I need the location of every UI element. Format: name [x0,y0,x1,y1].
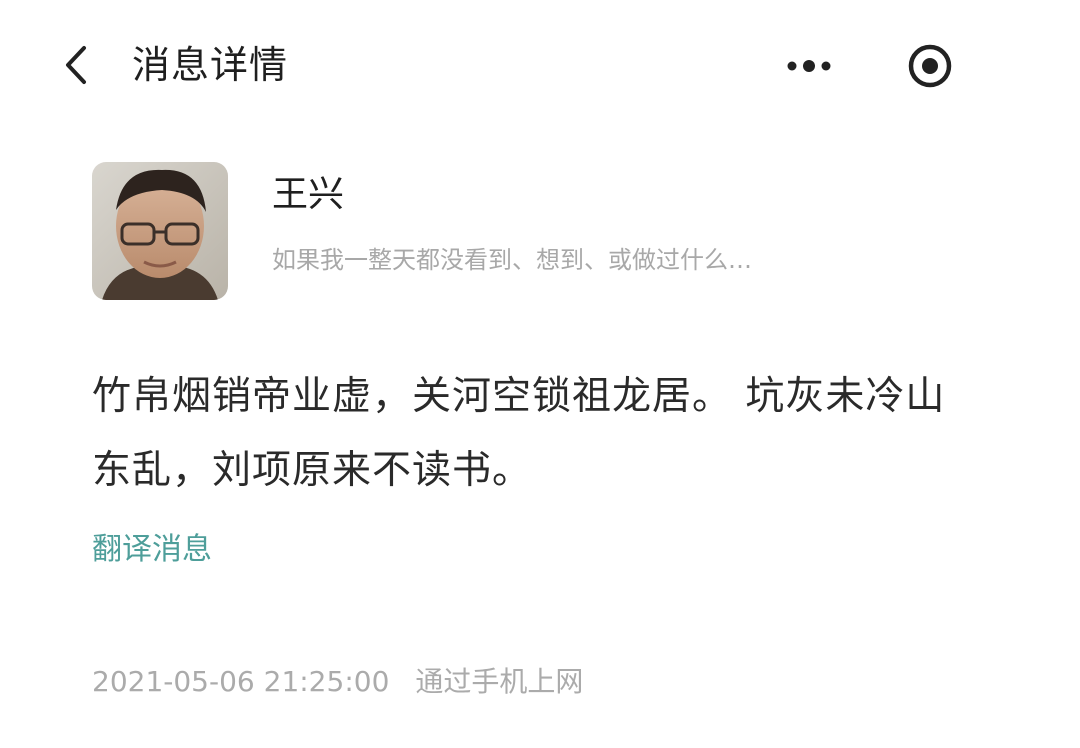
message-text: 竹帛烟销帝业虚，关河空锁祖龙居。 坑灰未冷山东乱，刘项原来不读书。 [92,374,946,493]
chevron-left-icon [66,46,86,84]
user-avatar-photo [92,162,228,300]
top-nav-bar: 消息详情 [0,0,1080,130]
record-target-icon [908,44,952,88]
avatar[interactable] [92,162,228,300]
record-button[interactable] [904,40,956,92]
translate-message-link[interactable]: 翻译消息 [92,528,212,572]
sender-bio: 如果我一整天都没看到、想到、或做过什么… [272,246,752,274]
more-options-button[interactable] [780,46,840,86]
message-source: 通过手机上网 [415,665,584,698]
message-meta: 2021-05-06 21:25:00 通过手机上网 [92,660,583,704]
message-timestamp: 2021-05-06 21:25:00 [92,665,390,698]
back-button[interactable] [56,40,100,90]
sender-name[interactable]: 王兴 [272,170,344,220]
page-title: 消息详情 [132,43,289,87]
more-dots-icon [787,60,831,72]
